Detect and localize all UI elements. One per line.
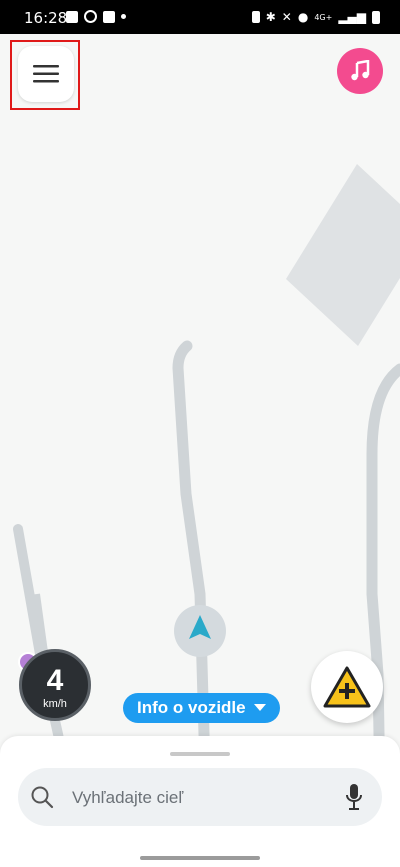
status-time: 16:28 [24, 9, 68, 27]
music-button[interactable] [337, 48, 383, 94]
sync-notification-icon [84, 10, 97, 23]
mute-icon: ✕ [281, 10, 292, 24]
status-notification-icons [66, 10, 126, 23]
map-building-block [286, 164, 400, 346]
status-bar: 16:28 ✱ ✕ ● 4G+ ▂▄▆ [0, 0, 400, 34]
vehicle-info-label: Info o vozidle [137, 698, 246, 717]
network-type-label: 4G+ [314, 12, 333, 22]
speedometer: 4 km/h [19, 649, 91, 721]
speed-unit: km/h [43, 698, 67, 710]
more-notifications-icon [121, 14, 126, 19]
sheet-drag-handle[interactable] [170, 752, 230, 756]
music-note-icon [351, 60, 370, 81]
hamburger-menu-icon [33, 65, 59, 83]
map-road-main [172, 340, 212, 800]
search-bar[interactable] [18, 768, 382, 828]
bottom-sheet [0, 736, 400, 867]
bluetooth-icon: ✱ [265, 10, 276, 24]
speed-value: 4 [46, 664, 64, 697]
system-home-indicator[interactable] [140, 856, 260, 860]
vehicle-info-button[interactable]: Info o vozidle [123, 693, 280, 723]
status-system-icons: ✱ ✕ ● 4G+ ▂▄▆ [251, 10, 380, 24]
search-input[interactable] [70, 768, 334, 828]
signal-icon: ▂▄▆ [338, 10, 366, 24]
microphone-icon[interactable] [344, 782, 364, 812]
mail-notification-icon [103, 10, 115, 23]
menu-button[interactable] [18, 46, 74, 102]
hazard-report-icon [323, 666, 371, 708]
map-road-right [366, 363, 400, 800]
search-icon [31, 786, 54, 809]
report-button[interactable] [311, 651, 383, 723]
image-notification-icon [66, 10, 78, 23]
battery-saver-icon [251, 11, 260, 23]
battery-icon [372, 10, 380, 24]
location-icon: ● [297, 10, 309, 24]
chevron-down-icon [253, 704, 266, 711]
